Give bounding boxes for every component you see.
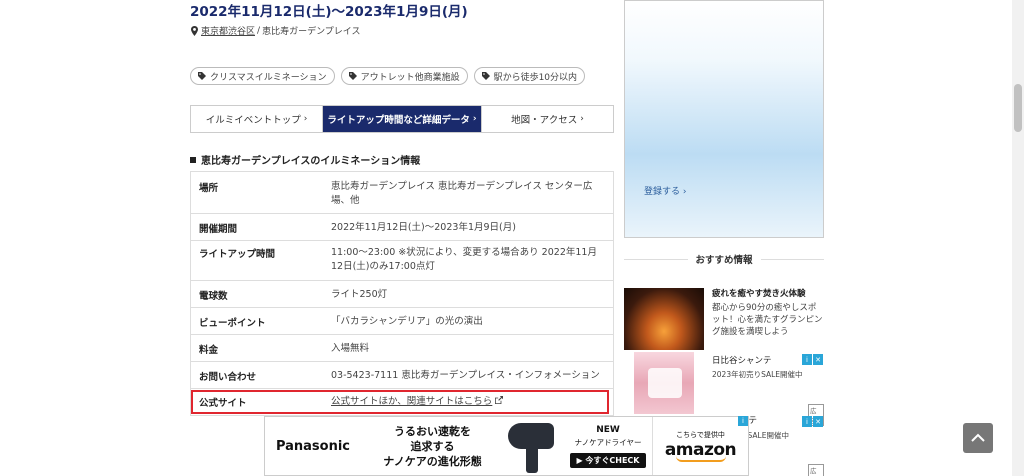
- tab-illumi-top[interactable]: イルミイベントトップ ›: [191, 106, 323, 132]
- info-label: ライトアップ時間: [199, 249, 276, 260]
- info-row-lightup: ライトアップ時間 11:00〜23:00 ※状況により、変更する場合あり 202…: [191, 241, 613, 281]
- location-place: 恵比寿ガーデンプレイス: [262, 27, 361, 37]
- amazon-smile-icon: [675, 456, 726, 462]
- recommend-heading: おすすめ情報: [624, 252, 825, 266]
- tag-label: 駅から徒歩10分以内: [493, 72, 578, 83]
- recommend-title: おすすめ情報: [695, 255, 753, 266]
- check-now-button[interactable]: ▶ 今すぐCHECK: [570, 452, 646, 468]
- adchoices-icon[interactable]: i: [738, 416, 748, 426]
- recommend-item-hibiya[interactable]: 日比谷シャンテ 2023年初売りSALE開催中 i✕ 広告: [624, 352, 824, 426]
- location-prefecture-link[interactable]: 東京都渋谷区: [201, 24, 255, 37]
- copy-line: ナノケアの進化形態: [383, 454, 482, 468]
- info-value: 2022年11月12日(土)〜2023年1月9日(月): [331, 222, 516, 233]
- event-tabs: イルミイベントトップ › ライトアップ時間など詳細データ › 地図・アクセス ›: [190, 105, 614, 133]
- scrollbar[interactable]: [1012, 0, 1024, 476]
- recommend-text: 疲れを癒やす焚き火体験 都心から90分の癒やしスポット！心を満たすグランピング施…: [712, 288, 824, 350]
- copy-line: うるおい速乾を: [394, 424, 471, 438]
- info-row-bulbs: 電球数 ライト250灯: [191, 281, 613, 308]
- adchoices-icon[interactable]: i ✕: [802, 416, 824, 427]
- chevron-up-icon: [971, 433, 985, 442]
- info-value: 恵比寿ガーデンプレイス 恵比寿ガーデンプレイス センター広場、他: [331, 181, 593, 206]
- tag-christmas-illumination[interactable]: クリスマスイルミネーション: [190, 67, 335, 85]
- amazon-block: こちらで提供中 amazon: [652, 417, 748, 475]
- info-label: お問い合わせ: [199, 372, 257, 383]
- section-title: 恵比寿ガーデンプレイスのイルミネーション情報: [190, 152, 420, 167]
- info-row-fee: 料金 入場無料: [191, 335, 613, 362]
- section-title-text: 恵比寿ガーデンプレイスのイルミネーション情報: [201, 156, 421, 167]
- chevron-right-icon: ›: [580, 114, 584, 124]
- banner-cta: NEW ナノケアドライヤー ▶ 今すぐCHECK: [564, 417, 652, 475]
- hair-dryer-image: [504, 417, 564, 475]
- square-bullet-icon: [190, 156, 196, 163]
- info-label: 電球数: [199, 291, 228, 302]
- product-name: ナノケアドライヤー: [574, 437, 642, 447]
- info-value: 03-5423-7111 恵比寿ガーデンプレイス・インフォメーション: [331, 370, 600, 381]
- info-row-period: 開催期間 2022年11月12日(土)〜2023年1月9日(月): [191, 214, 613, 241]
- event-location: 東京都渋谷区 / 恵比寿ガーデンプレイス: [190, 24, 361, 37]
- info-value: 「バカラシャンデリア」の光の演出: [331, 316, 483, 327]
- tag-label: クリスマスイルミネーション: [210, 72, 327, 83]
- info-value: 入場無料: [331, 343, 370, 354]
- map-pin-icon: [191, 25, 198, 36]
- tag-outlet[interactable]: アウトレット他商業施設: [340, 67, 468, 85]
- tab-label: 地図・アクセス: [511, 115, 578, 126]
- info-value: 11:00〜23:00 ※状況により、変更する場合あり 2022年11月12日(…: [331, 247, 597, 272]
- info-label: 場所: [199, 183, 219, 194]
- info-label: 料金: [199, 345, 219, 356]
- chevron-right-icon: ›: [472, 114, 477, 124]
- tab-label: ライトアップ時間など詳細データ: [327, 115, 470, 126]
- ad-label: 広告: [808, 464, 824, 476]
- info-value: ライト250灯: [331, 289, 388, 300]
- divider: [760, 258, 825, 260]
- register-link[interactable]: 登録する ›: [644, 184, 687, 197]
- highlight-box: [191, 390, 609, 414]
- sidebar-ad-banner[interactable]: 登録する ›: [624, 0, 824, 238]
- page-top-button[interactable]: [963, 423, 993, 453]
- tab-label: イルミイベントトップ: [205, 115, 301, 126]
- shop-thumbnail: [634, 352, 694, 414]
- page: 2022年11月12日(土)〜2023年1月9日(月) 東京都渋谷区 / 恵比寿…: [0, 0, 1024, 476]
- chevron-right-icon: ›: [682, 187, 687, 197]
- tag-icon: [348, 72, 357, 80]
- tag-label: アウトレット他商業施設: [360, 72, 460, 83]
- bonfire-thumbnail: [624, 288, 704, 350]
- tag-icon: [198, 72, 206, 80]
- info-table: 場所 恵比寿ガーデンプレイス 恵比寿ガーデンプレイス センター広場、他 開催期間…: [190, 171, 614, 416]
- shop-logo: [648, 368, 682, 398]
- tab-map-access[interactable]: 地図・アクセス ›: [482, 106, 613, 132]
- adchoices-icon[interactable]: i ✕: [802, 354, 824, 365]
- bottom-banner-ad[interactable]: Panasonic うるおい速乾を 追求する ナノケアの進化形態 NEW ナノケ…: [264, 416, 749, 476]
- location-separator: /: [257, 25, 261, 36]
- info-label: ビューポイント: [199, 318, 266, 329]
- provided-label: こちらで提供中: [676, 431, 725, 439]
- register-label: 登録する: [644, 187, 681, 197]
- recommend-store: 日比谷シャンテ: [712, 356, 772, 366]
- recommend-item-desc: 都心から90分の癒やしスポット！心を満たすグランピング施設を満喫しよう: [712, 303, 823, 337]
- info-row-place: 場所 恵比寿ガーデンプレイス 恵比寿ガーデンプレイス センター広場、他: [191, 172, 613, 214]
- tag-near-station[interactable]: 駅から徒歩10分以内: [473, 67, 586, 85]
- banner-copy: うるおい速乾を 追求する ナノケアの進化形態: [361, 417, 504, 475]
- tag-icon: [481, 72, 490, 80]
- divider: [624, 258, 688, 260]
- scrollbar-thumb[interactable]: [1014, 84, 1022, 132]
- brand-logo: Panasonic: [275, 438, 351, 454]
- event-dates: 2022年11月12日(土)〜2023年1月9日(月): [190, 4, 468, 20]
- tag-list: クリスマスイルミネーション アウトレット他商業施設 駅から徒歩10分以内: [190, 67, 586, 85]
- info-row-contact: お問い合わせ 03-5423-7111 恵比寿ガーデンプレイス・インフォメーショ…: [191, 362, 613, 389]
- recommend-sale: 2023年初売りSALE開催中: [712, 370, 803, 379]
- copy-line: 追求する: [410, 439, 455, 453]
- chevron-right-icon: ›: [303, 114, 308, 124]
- dryer-handle: [526, 443, 538, 473]
- recommend-item-bonfire[interactable]: 疲れを癒やす焚き火体験 都心から90分の癒やしスポット！心を満たすグランピング施…: [624, 288, 824, 350]
- tab-detail-data[interactable]: ライトアップ時間など詳細データ ›: [323, 106, 482, 132]
- recommend-item-title: 疲れを癒やす焚き火体験: [712, 289, 806, 299]
- info-row-viewpoint: ビューポイント 「バカラシャンデリア」の光の演出: [191, 308, 613, 335]
- new-label: NEW: [596, 424, 620, 435]
- info-label: 開催期間: [199, 224, 238, 235]
